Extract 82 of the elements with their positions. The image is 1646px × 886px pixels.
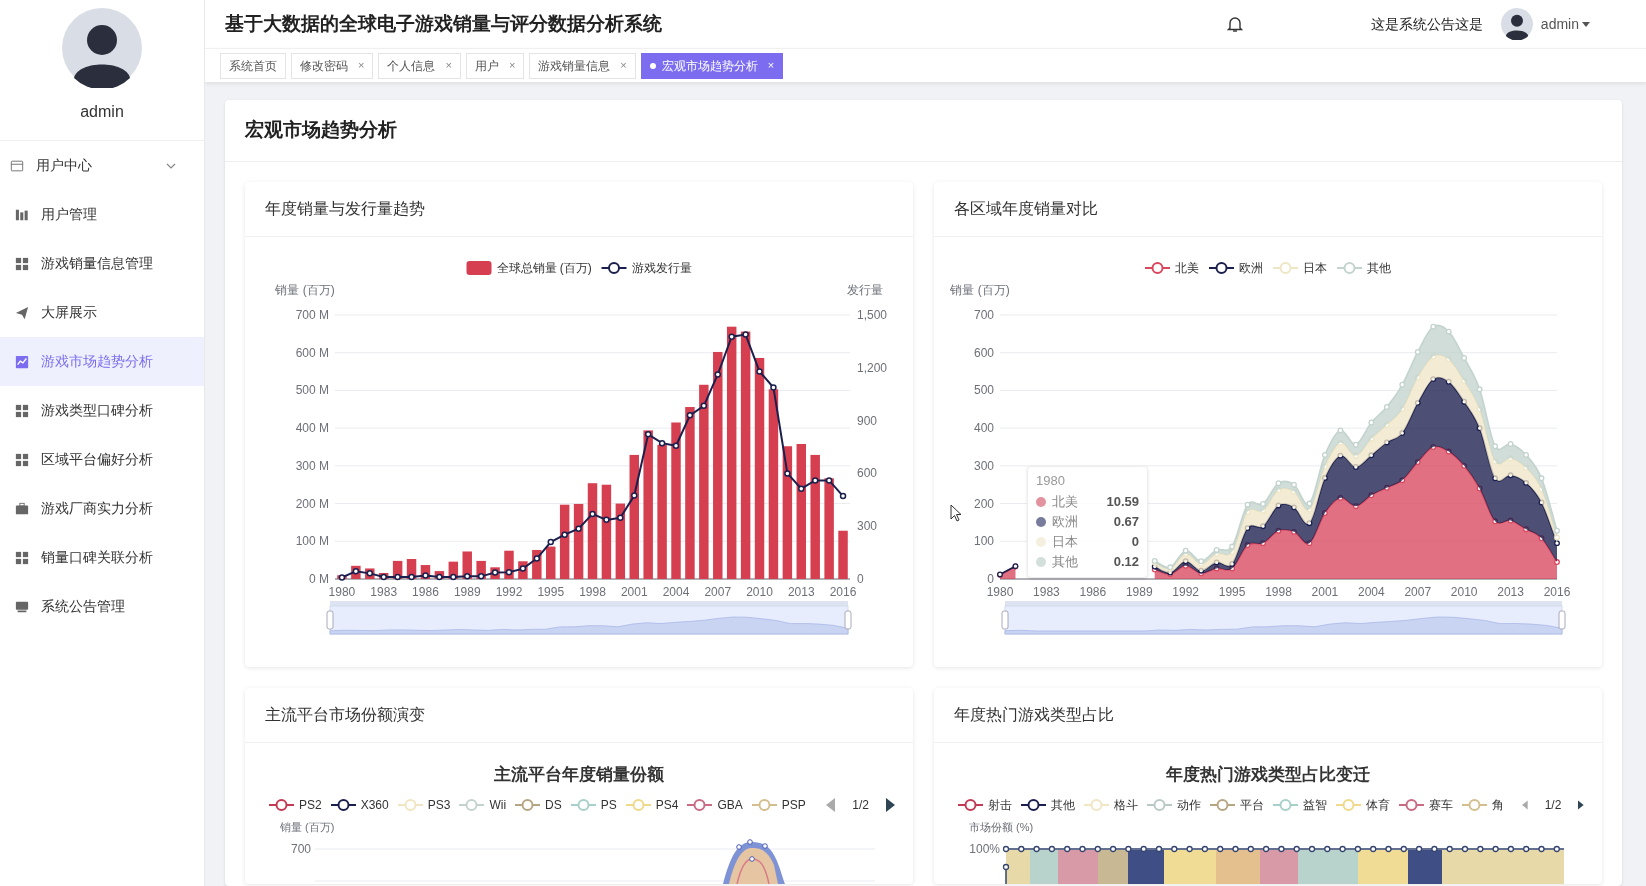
axis-tick-label: 2007 [704,585,732,599]
axis-tick-label: 100% [969,842,1000,856]
axis-tick-label: 1986 [1079,585,1107,599]
axis-tick-label: 1989 [1125,585,1153,599]
card-title: 主流平台市场份额演变 [265,705,425,725]
axis-tick-label: 2016 [829,585,857,599]
axis-tick-label: 400 M [295,421,329,436]
axis-tick-label: 100 M [295,534,329,549]
axis-tick-label: 1980 [328,585,356,599]
axis-tick-label: 2016 [1543,585,1571,599]
axis-tick-label: 1983 [370,585,398,599]
axis-tick-label: 2010 [746,585,773,599]
legend-label: 其他 [1367,261,1391,275]
axis-tick-label: 700 M [295,308,329,322]
axis-tick-label: 1995 [537,585,565,599]
axis-tick-label: 2010 [1450,585,1478,599]
axis-tick-label: 2004 [662,585,690,599]
tooltip-value: 0.67 [1113,513,1139,532]
axis-tick-label: 400 [973,421,994,436]
axis-tick-label: 900 [857,413,878,428]
tooltip-label: 欧洲 [1052,513,1079,532]
tooltip-label: 其他 [1052,553,1079,572]
axis-tick-label: 2013 [1497,585,1524,599]
axis-tick-label: 0 [987,572,994,586]
axis-title: 发行量 [847,283,883,297]
axis-tick-label: 1,200 [857,360,888,375]
axis-tick-label: 600 [973,345,994,360]
tooltip-value: 0 [1131,533,1139,552]
axis-tick-label: 2001 [1311,585,1339,599]
page-title: 宏观市场趋势分析 [245,118,397,143]
axis-tick-label: 0 [857,572,864,586]
axis-title: 销量 (百万) [275,283,335,297]
username: admin [80,102,124,122]
axis-tick-label: 1983 [1033,585,1060,599]
axis-tick-label: 1995 [1218,585,1246,599]
axis-tick-label: 1980 [986,585,1014,599]
axis-tick-label: 1992 [1172,585,1199,599]
axis-tick-label: 300 [973,458,994,473]
card-title: 年度销量与发行量趋势 [265,199,425,219]
axis-tick-label: 700 [290,842,311,856]
axis-title: 销量 (百万) [950,283,1010,297]
page-indicator: 1/2 [1544,797,1562,814]
tooltip-value: 10.59 [1106,493,1139,512]
axis-tick-label: 1992 [495,585,523,599]
axis-tick-label: 2004 [1358,585,1385,599]
axis-title: 销量 (百万) [280,821,335,833]
axis-tick-label: 700 [973,308,994,322]
axis-title: 市场份额 (%) [969,821,1034,833]
page-indicator: 1/2 [852,797,869,814]
axis-tick-label: 500 M [295,383,329,398]
chart-title: 年度热门游戏类型占比变迁 [1166,764,1370,786]
legend-label: 北美 [1175,261,1199,275]
card-title: 各区域年度销量对比 [954,199,1098,219]
axis-tick-label: 1989 [453,585,481,599]
axis-tick-label: 1998 [1265,585,1292,599]
tooltip-title: 1980 [1036,472,1066,490]
axis-tick-label: 2013 [787,585,815,599]
axis-tick-label: 500 [973,383,994,398]
axis-tick-label: 600 M [295,345,329,360]
notice-text: 这是系统公告这是 [1370,14,1483,34]
axis-tick-label: 100 [973,534,994,549]
chart-title: 主流平台年度销量份额 [494,764,664,786]
app-title: 基于大数据的全球电子游戏销量与评分数据分析系统 [225,11,662,36]
tooltip-label: 日本 [1052,533,1079,552]
tooltip-label: 北美 [1052,493,1079,512]
axis-tick-label: 2007 [1404,585,1432,599]
legend-label: 游戏发行量 [631,261,692,275]
axis-tick-label: 1998 [579,585,606,599]
card-title: 年度热门游戏类型占比 [954,705,1114,725]
legend-label: 欧洲 [1239,261,1263,275]
axis-tick-label: 300 [857,519,878,534]
axis-tick-label: 200 [973,496,994,511]
axis-tick-label: 600 [857,466,878,481]
legend-label: 全球总销量 (百万) [496,261,592,275]
axis-tick-label: 0 M [309,572,329,586]
axis-tick-label: 2001 [620,585,648,599]
axis-tick-label: 300 M [295,458,329,473]
axis-tick-label: 200 M [295,496,329,511]
legend-label: 日本 [1303,261,1327,275]
tooltip-value: 0.12 [1113,553,1139,572]
axis-tick-label: 1986 [412,585,439,599]
axis-tick-label: 1,500 [857,308,888,322]
